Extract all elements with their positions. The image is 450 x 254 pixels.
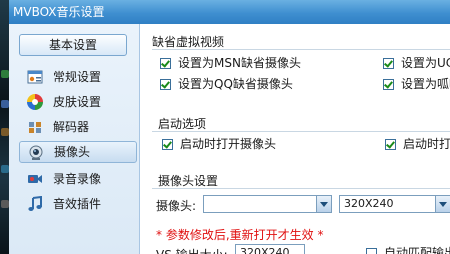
divider <box>152 49 450 50</box>
divider <box>152 188 450 189</box>
guagua-default-option[interactable]: 设置为呱呱 <box>383 76 450 92</box>
option-label: 设置为呱呱 <box>401 77 450 91</box>
sidebar-item-sound-effects[interactable]: 音效插件 <box>19 193 137 215</box>
sidebar-item-label: 解码器 <box>53 120 90 134</box>
sidebar-item-label: 常规设置 <box>53 70 102 84</box>
desktop-icon-gray <box>1 200 9 208</box>
title-bar[interactable]: MVBOX音乐设置 <box>9 0 450 24</box>
sidebar-item-label: 录音录像 <box>53 172 102 186</box>
open-on-start-option[interactable]: 启动时打开 <box>385 136 450 152</box>
default-video-title: 缺省虚拟视频 <box>152 35 225 49</box>
qq-default-option[interactable]: 设置为QQ缺省摄像头 <box>160 76 293 92</box>
option-label: 启动时打开 <box>403 137 450 151</box>
camera-settings-title: 摄像头设置 <box>158 174 219 188</box>
webcam-icon <box>29 145 43 160</box>
option-label: 设置为UC <box>401 56 450 70</box>
resolution-select[interactable]: 320X240 <box>339 195 450 213</box>
option-label: 启动时打开摄像头 <box>180 137 277 151</box>
sidebar-item-camera[interactable]: 摄像头 <box>19 141 137 163</box>
sidebar-item-skin[interactable]: 皮肤设置 <box>19 91 137 113</box>
checkbox[interactable] <box>160 58 171 69</box>
chevron-down-icon[interactable] <box>316 196 331 212</box>
desktop-icon-teal <box>1 165 9 173</box>
checkbox[interactable] <box>385 139 396 150</box>
desktop-icon-brown <box>1 128 9 136</box>
sidebar: 基本设置 常规设置 皮肤设置 解码器 摄像头 录音录像 音效插件 <box>9 24 140 254</box>
restart-notice: * 参数修改后,重新打开才生效 * <box>156 228 324 242</box>
startup-title: 启动选项 <box>158 117 207 131</box>
option-label: 自动匹配输出 <box>384 246 450 254</box>
desktop-icon-green <box>1 70 9 78</box>
record-icon <box>28 175 42 183</box>
chevron-down-icon[interactable] <box>435 196 450 212</box>
settings-content: 缺省虚拟视频 设置为MSN缺省摄像头 设置为UC 设置为QQ缺省摄像头 设置为呱… <box>140 24 450 254</box>
settings-icon <box>27 70 43 84</box>
output-size-value: 320X240 <box>240 246 290 254</box>
checkbox[interactable] <box>366 248 377 254</box>
palette-icon <box>27 94 43 110</box>
camera-label: 摄像头: <box>156 199 197 213</box>
sidebar-item-recording[interactable]: 录音录像 <box>19 168 137 190</box>
option-label: 设置为MSN缺省摄像头 <box>178 56 301 70</box>
music-note-icon <box>28 196 42 211</box>
basic-settings-button[interactable]: 基本设置 <box>19 34 127 56</box>
sidebar-item-label: 皮肤设置 <box>53 95 102 109</box>
checkbox[interactable] <box>160 79 171 90</box>
auto-match-output-option[interactable]: 自动匹配输出 <box>366 245 450 254</box>
camera-select[interactable] <box>203 195 332 213</box>
decoder-icon <box>29 122 41 133</box>
msn-default-option[interactable]: 设置为MSN缺省摄像头 <box>160 55 301 71</box>
output-size-select[interactable]: 320X240 <box>235 244 305 254</box>
sidebar-item-general[interactable]: 常规设置 <box>19 66 137 88</box>
sidebar-item-decoder[interactable]: 解码器 <box>19 116 137 138</box>
window-title: MVBOX音乐设置 <box>13 5 105 19</box>
settings-window: MVBOX音乐设置 基本设置 常规设置 皮肤设置 解码器 摄像头 录音录像 音效… <box>9 0 450 254</box>
sidebar-item-label: 音效插件 <box>53 197 102 211</box>
resolution-select-value: 320X240 <box>344 197 394 210</box>
checkbox[interactable] <box>162 139 173 150</box>
open-camera-on-start-option[interactable]: 启动时打开摄像头 <box>162 136 276 152</box>
divider <box>152 131 450 132</box>
output-size-label: VS 输出大小: <box>156 246 228 254</box>
sidebar-item-label: 摄像头 <box>54 145 91 159</box>
desktop-icon-blue <box>1 100 9 108</box>
checkbox[interactable] <box>383 58 394 69</box>
option-label: 设置为QQ缺省摄像头 <box>178 77 293 91</box>
checkbox[interactable] <box>383 79 394 90</box>
uc-default-option[interactable]: 设置为UC <box>383 55 450 71</box>
